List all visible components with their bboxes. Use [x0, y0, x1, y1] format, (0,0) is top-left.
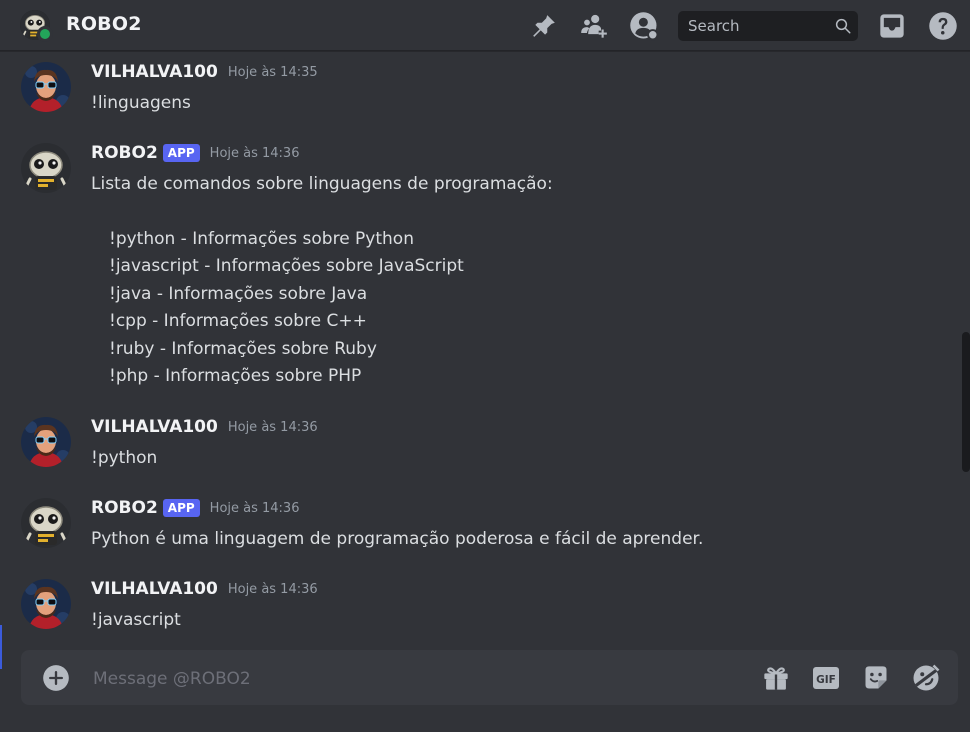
username[interactable]: VILHALVA100: [91, 417, 218, 437]
add-friend-icon[interactable]: [579, 11, 609, 41]
search-bar[interactable]: [678, 11, 858, 41]
timestamp: Hoje às 14:35: [227, 64, 318, 80]
header-bar: ROBO2: [0, 0, 970, 51]
pin-icon[interactable]: [529, 11, 559, 41]
gif-label: GIF: [816, 674, 836, 686]
list-item: !ruby - Informações sobre Ruby: [109, 338, 377, 359]
bot-avatar[interactable]: [21, 498, 71, 548]
message-text: Lista de comandos sobre linguagens de pr…: [91, 171, 553, 391]
add-attachment-icon[interactable]: [42, 664, 70, 692]
bot-avatar[interactable]: [21, 143, 71, 193]
sticker-icon[interactable]: [861, 663, 891, 693]
search-icon: [835, 18, 851, 34]
list-item: !javascript - Informações sobre JavaScri…: [109, 256, 464, 276]
emoji-icon[interactable]: [911, 663, 941, 693]
list-item: !php - Informações sobre PHP: [109, 366, 362, 386]
gif-icon[interactable]: GIF: [811, 663, 841, 693]
message-composer: GIF: [21, 650, 958, 705]
dm-title[interactable]: ROBO2: [66, 13, 142, 35]
user-profile-icon[interactable]: [629, 11, 659, 41]
gift-icon[interactable]: [761, 663, 791, 693]
message-text: !linguagens: [91, 93, 191, 113]
user-avatar[interactable]: [21, 417, 71, 467]
message-text: Python é uma linguagem de programação po…: [91, 529, 704, 549]
message-input[interactable]: [91, 664, 695, 694]
timestamp: Hoje às 14:36: [209, 500, 300, 516]
message-text: !javascript: [91, 610, 181, 630]
dm-window: ROBO2 Search VILHALVA100 Hoje às 14:35 !…: [0, 0, 970, 732]
timestamp: Hoje às 14:36: [209, 145, 300, 161]
search-input[interactable]: [686, 16, 830, 36]
username[interactable]: ROBO2: [91, 498, 158, 518]
username[interactable]: ROBO2: [91, 143, 158, 163]
message-list[interactable]: VILHALVA100 Hoje às 14:35 !linguagens RO…: [0, 51, 970, 647]
unread-edge-indicator: [0, 625, 2, 669]
header-avatar[interactable]: [20, 10, 53, 42]
online-status-indicator: [37, 26, 53, 42]
user-avatar[interactable]: [21, 62, 71, 112]
username[interactable]: VILHALVA100: [91, 579, 218, 599]
message-text: !python: [91, 448, 158, 468]
scrollbar-thumb[interactable]: [962, 332, 970, 472]
user-avatar[interactable]: [21, 579, 71, 629]
list-item: !cpp - Informações sobre C++: [109, 311, 367, 331]
username[interactable]: VILHALVA100: [91, 62, 218, 82]
command-list: !python - Informações sobre Python !java…: [109, 226, 553, 391]
timestamp: Hoje às 14:36: [227, 581, 318, 597]
inbox-icon[interactable]: [877, 11, 907, 41]
list-item: !java - Informações sobre Java: [109, 283, 368, 304]
app-badge: APP: [162, 499, 200, 517]
help-icon[interactable]: [928, 11, 958, 41]
list-item: !python - Informações sobre Python: [109, 228, 414, 249]
app-badge: APP: [162, 144, 200, 162]
message-intro: Lista de comandos sobre linguagens de pr…: [91, 174, 553, 194]
timestamp: Hoje às 14:36: [227, 419, 318, 435]
